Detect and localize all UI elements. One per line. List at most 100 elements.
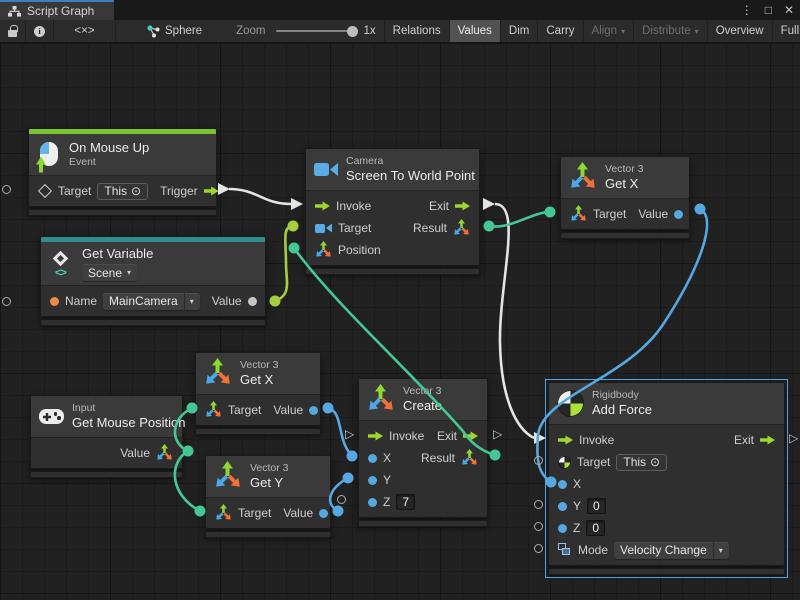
y-port[interactable] <box>368 476 377 485</box>
name-port[interactable] <box>50 297 59 306</box>
mode-dropdown[interactable]: Velocity Change ▾ <box>614 542 729 559</box>
tab-script-graph[interactable]: Script Graph <box>0 0 114 20</box>
port-target-label: Target <box>338 221 371 235</box>
node-vector3-create[interactable]: Vector 3 Create Invoke Exit X Result <box>358 378 488 527</box>
value-port[interactable] <box>248 297 257 306</box>
unconnected-port-ring[interactable] <box>534 544 543 553</box>
object-picker-icon[interactable]: ⊙ <box>650 455 660 469</box>
dim-button[interactable]: Dim <box>500 20 537 42</box>
maximize-icon[interactable]: □ <box>765 4 772 16</box>
full-screen-button[interactable]: Full Screen <box>772 20 800 42</box>
relations-button[interactable]: Relations <box>384 20 449 42</box>
node-add-force[interactable]: Rigidbody Add Force Invoke Exit Target T… <box>548 382 785 575</box>
y-port[interactable] <box>558 502 567 511</box>
invoke-flow-port[interactable] <box>558 435 573 445</box>
unconnected-port-ring[interactable] <box>534 456 543 465</box>
node-vector3-get-x-top[interactable]: Vector 3 Get X Target Value <box>560 156 690 239</box>
camera-icon <box>314 163 338 176</box>
dropdown-arrow-icon: ▾ <box>184 293 194 310</box>
node-screen-to-world-point[interactable]: Camera Screen To World Point Invoke Exit… <box>305 148 480 275</box>
target-this-pill[interactable]: This ⊙ <box>616 454 667 471</box>
overview-button[interactable]: Overview <box>707 20 772 42</box>
node-subtitle: Event <box>69 156 149 169</box>
target-this-pill[interactable]: This ⊙ <box>97 183 148 200</box>
port-y-label: Y <box>573 499 581 513</box>
node-category: Vector 3 <box>605 163 644 176</box>
rigidbody-port-icon[interactable] <box>558 456 571 469</box>
x-port[interactable] <box>368 454 377 463</box>
flow-wire <box>495 204 534 438</box>
zoom-level: 1x <box>364 25 376 37</box>
vector3-port-icon[interactable] <box>215 506 232 521</box>
variable-scope-dropdown[interactable]: Scene ▾ <box>82 264 137 281</box>
invoke-flow-port[interactable] <box>368 431 383 441</box>
port-name-label: Name <box>65 294 97 308</box>
inspect-button[interactable]: i <box>26 20 54 42</box>
lock-button[interactable] <box>0 20 26 42</box>
port-result-label: Result <box>421 451 455 465</box>
variable-name-dropdown[interactable]: MainCamera ▾ <box>103 293 200 310</box>
code-preview-button[interactable]: <×> <box>54 20 116 42</box>
node-title: Get Variable <box>82 246 153 262</box>
z-port[interactable] <box>368 498 377 507</box>
node-vector3-get-y[interactable]: Vector 3 Get Y Target Value <box>205 455 331 538</box>
vector3-port-icon[interactable] <box>570 207 587 222</box>
flow-wire-arrowhead <box>534 432 546 444</box>
align-button[interactable]: Align▾ <box>583 20 634 42</box>
unconnected-flow-triangle[interactable]: ▷ <box>789 432 798 444</box>
object-picker-icon[interactable]: ⊙ <box>131 184 141 198</box>
close-icon[interactable]: ✕ <box>784 4 794 16</box>
port-target-label: Target <box>593 207 626 221</box>
port-y-label: Y <box>383 473 391 487</box>
exit-flow-port[interactable] <box>760 435 775 445</box>
z-value-field[interactable]: 7 <box>396 494 415 510</box>
align-dropdown-icon: ▾ <box>621 27 625 36</box>
graph-canvas[interactable]: On Mouse Up Event Target This ⊙ Trigger <box>0 43 800 600</box>
vector3-port-icon[interactable] <box>453 221 470 236</box>
node-vector3-get-x[interactable]: Vector 3 Get X Target Value <box>195 352 321 435</box>
window-menu-icon[interactable]: ⋮ <box>741 4 753 16</box>
node-category: Rigidbody <box>592 389 652 402</box>
port-invoke-label: Invoke <box>579 433 614 447</box>
values-button[interactable]: Values <box>449 20 500 42</box>
invoke-flow-port[interactable] <box>315 201 330 211</box>
unconnected-port-ring[interactable] <box>2 297 11 306</box>
value-port[interactable] <box>319 509 328 518</box>
node-get-variable[interactable]: <> Get Variable Scene ▾ Name MainCamera <box>40 236 266 326</box>
y-value-field[interactable]: 0 <box>587 498 606 514</box>
unconnected-port-ring[interactable] <box>337 495 346 504</box>
unconnected-port-ring[interactable] <box>2 185 11 194</box>
port-exit-label: Exit <box>437 429 457 443</box>
unconnected-port-ring[interactable] <box>534 500 543 509</box>
unconnected-flow-triangle[interactable]: ▷ <box>345 428 354 440</box>
z-port[interactable] <box>558 524 567 533</box>
exit-flow-port[interactable] <box>463 431 478 441</box>
node-category: Vector 3 <box>403 385 442 398</box>
value-port[interactable] <box>674 210 683 219</box>
port-invoke-label: Invoke <box>389 429 424 443</box>
zoom-slider[interactable] <box>276 30 356 32</box>
vector3-port-icon[interactable] <box>205 403 222 418</box>
dropdown-arrow-icon: ▾ <box>127 268 131 277</box>
node-on-mouse-up[interactable]: On Mouse Up Event Target This ⊙ Trigger <box>28 128 217 216</box>
enum-port-icon[interactable] <box>558 543 572 557</box>
exit-flow-port[interactable] <box>455 201 470 211</box>
carry-button[interactable]: Carry <box>537 20 582 42</box>
x-port[interactable] <box>558 480 567 489</box>
dropdown-arrow-icon: ▾ <box>713 542 723 559</box>
node-get-mouse-position[interactable]: Input Get Mouse Position Value <box>30 395 183 478</box>
breadcrumb[interactable]: Sphere <box>138 20 210 42</box>
node-title: Create <box>403 398 442 414</box>
node-title: Add Force <box>592 402 652 418</box>
vector3-port-icon[interactable] <box>315 243 332 258</box>
unconnected-flow-triangle[interactable]: ▷ <box>493 428 502 440</box>
zoom-slider-handle[interactable] <box>347 26 358 37</box>
z-value-field[interactable]: 0 <box>586 520 605 536</box>
trigger-flow-port[interactable] <box>204 186 219 196</box>
unconnected-port-ring[interactable] <box>534 522 543 531</box>
value-port[interactable] <box>309 406 318 415</box>
vector3-port-icon[interactable] <box>156 446 173 461</box>
camera-port-icon[interactable] <box>315 224 332 233</box>
distribute-button[interactable]: Distribute▾ <box>633 20 707 42</box>
vector3-port-icon[interactable] <box>461 451 478 466</box>
